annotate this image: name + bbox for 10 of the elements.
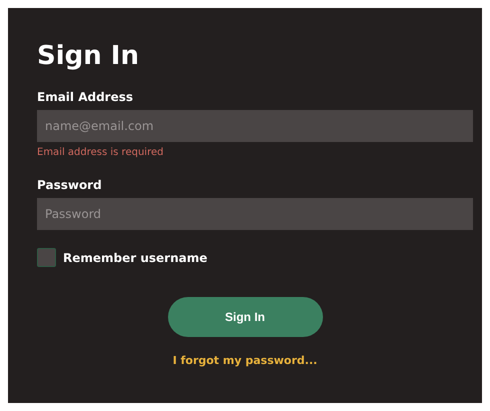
checkbox[interactable] <box>37 248 56 267</box>
checkbox-label: Remember username <box>63 250 208 264</box>
error-message: Email address is required <box>37 147 164 158</box>
field-label: Password <box>37 178 103 192</box>
field-label: Email Address <box>37 90 134 104</box>
page-title: Sign In <box>37 40 140 73</box>
sign-in-button[interactable]: Sign In <box>168 297 322 337</box>
input-field[interactable]: Password <box>37 198 473 230</box>
forgot-password-link[interactable]: I forgot my password... <box>172 354 318 367</box>
input-field[interactable]: name@email.com <box>37 110 473 142</box>
